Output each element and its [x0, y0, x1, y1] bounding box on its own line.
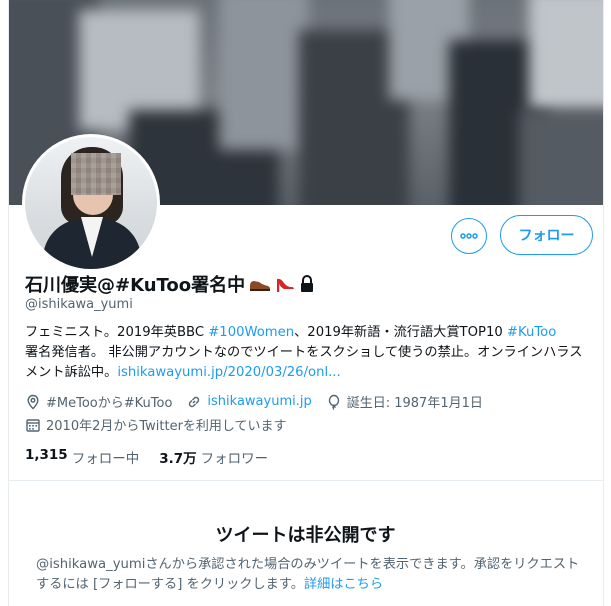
- frame-border-right: [603, 0, 604, 606]
- profile-handle: @ishikawa_yumi: [25, 297, 133, 312]
- avatar-image: [25, 137, 157, 269]
- profile-meta-joined: 2010年2月からTwitterを利用しています: [25, 415, 301, 434]
- website-item[interactable]: ishikawayumi.jp: [186, 394, 312, 410]
- shoe-icon: [249, 276, 271, 292]
- bio-url-link[interactable]: ishikawayumi.jp/2020/03/26/onl...: [117, 365, 340, 380]
- follow-stats: 1,315 フォロー中 3.7万 フォロワー: [25, 447, 288, 467]
- calendar-icon: [25, 417, 41, 433]
- hashtag-link[interactable]: #KuToo: [507, 325, 556, 340]
- location-text: #MeTooから#KuToo: [46, 396, 173, 411]
- bio-text: 、2019年新語・流行語大賞TOP10: [294, 325, 507, 340]
- avatar[interactable]: [22, 134, 160, 272]
- following-label[interactable]: フォロー中: [72, 447, 140, 467]
- bio-text: フェミニスト。2019年英BBC: [25, 325, 209, 340]
- private-notice-title: ツイートは非公開です: [215, 525, 396, 546]
- birthday-text: 誕生日: 1987年1月1日: [346, 396, 483, 411]
- joined-item: 2010年2月からTwitterを利用しています: [25, 415, 287, 434]
- hashtag-link[interactable]: #100Women: [208, 325, 294, 340]
- profile-name: 石川優実@#KuToo署名中: [25, 275, 246, 296]
- high-heel-icon: [275, 275, 295, 293]
- balloon-icon: [326, 394, 342, 410]
- more-options-button[interactable]: [451, 218, 487, 254]
- face-mosaic: [71, 153, 121, 195]
- joined-text: 2010年2月からTwitterを利用しています: [46, 419, 287, 434]
- profile-bio: フェミニスト。2019年英BBC #100Women、2019年新語・流行語大賞…: [25, 323, 590, 383]
- birthday-item: 誕生日: 1987年1月1日: [326, 392, 483, 411]
- profile-name-row: 石川優実@#KuToo署名中: [25, 271, 315, 297]
- website-link[interactable]: ishikawayumi.jp: [207, 394, 311, 409]
- private-notice-message: @ishikawa_yumiさんから承認された場合のみツイートを表示できます。承…: [36, 555, 581, 595]
- learn-more-link[interactable]: 詳細はこちら: [304, 577, 383, 592]
- location-item: #MeTooから#KuToo: [25, 392, 172, 411]
- followers-label[interactable]: フォロワー: [201, 447, 269, 467]
- section-divider: [9, 480, 603, 481]
- follow-button-label: フォロー: [518, 228, 575, 244]
- location-pin-icon: [25, 394, 41, 410]
- more-options-icon: [460, 233, 478, 239]
- lock-icon: [299, 275, 315, 293]
- following-count[interactable]: 1,315: [25, 447, 68, 467]
- follow-button[interactable]: フォロー: [500, 215, 593, 255]
- profile-meta: #MeTooから#KuToo ishikawayumi.jp 誕生日: 1987…: [25, 392, 497, 411]
- followers-count[interactable]: 3.7万: [159, 447, 196, 467]
- link-icon: [186, 394, 202, 410]
